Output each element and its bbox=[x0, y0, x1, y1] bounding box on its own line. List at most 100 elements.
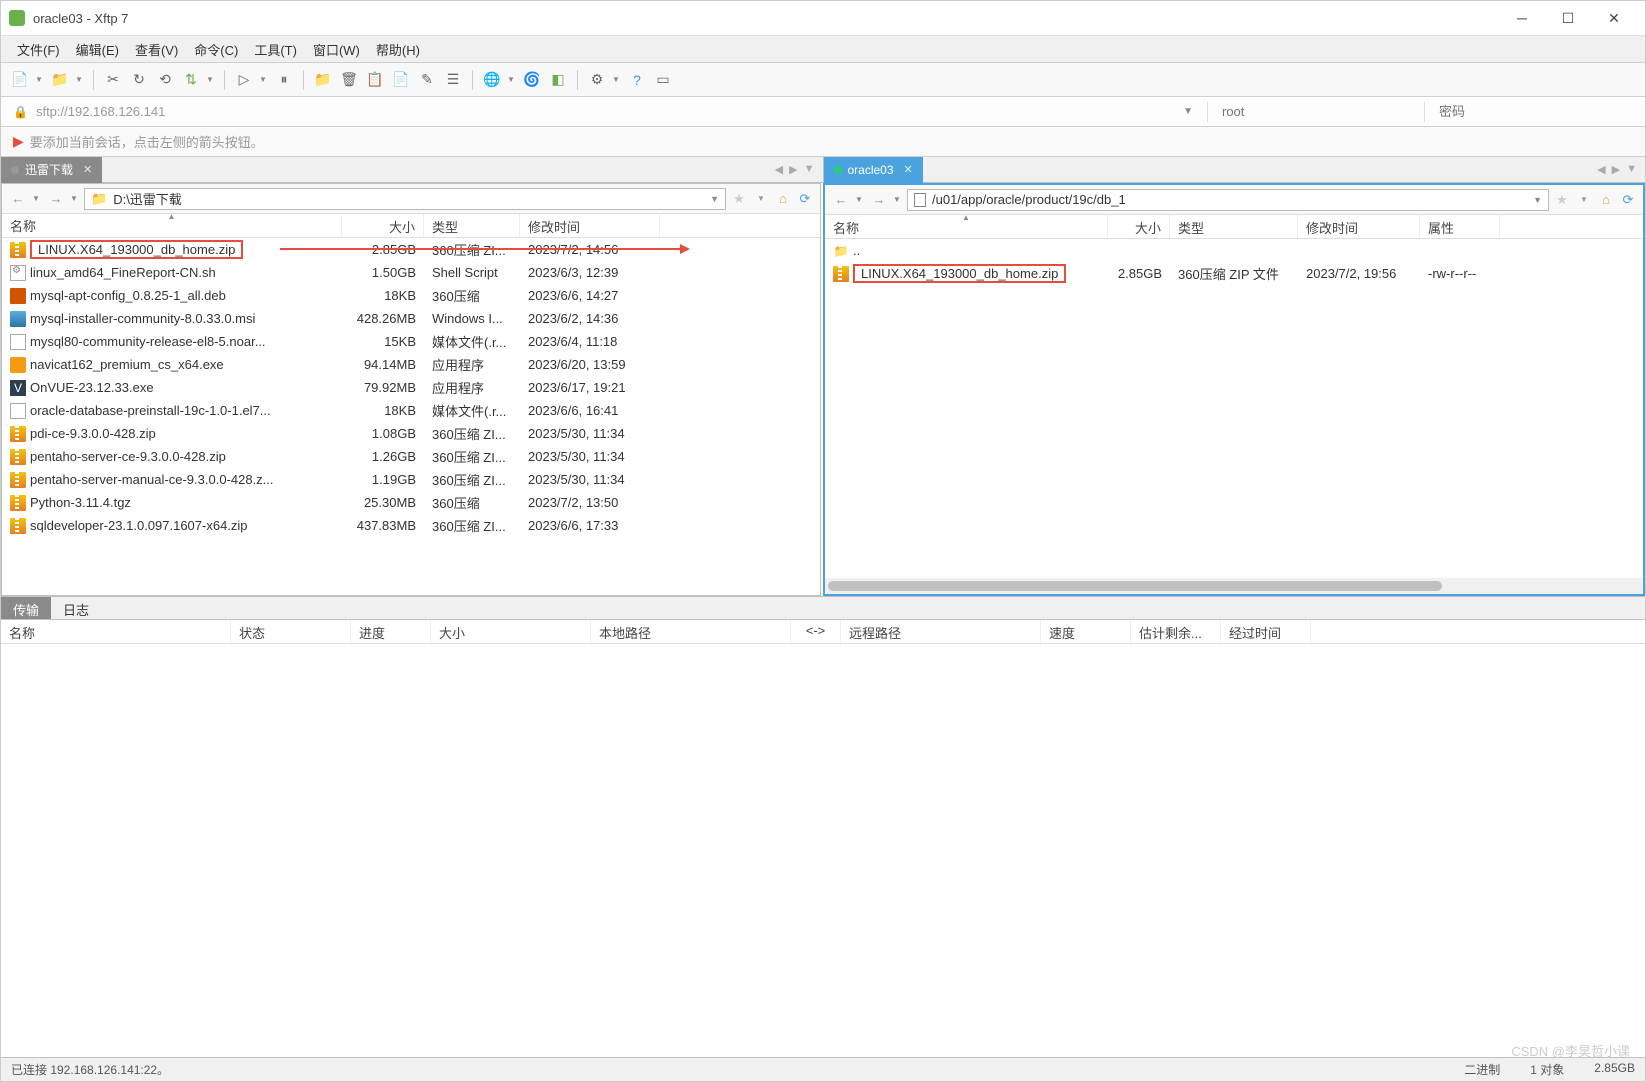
open-session-dropdown[interactable]: ▼ bbox=[75, 75, 85, 84]
th-remain[interactable]: 估计剩余... bbox=[1131, 620, 1221, 643]
properties-icon[interactable]: ☰ bbox=[442, 69, 464, 91]
header-size[interactable]: 大小 bbox=[1108, 215, 1170, 238]
file-row[interactable]: linux_amd64_FineReport-CN.sh1.50GBShell … bbox=[2, 261, 820, 284]
menu-window[interactable]: 窗口(W) bbox=[305, 36, 368, 63]
disconnect-icon[interactable]: ✂ bbox=[102, 69, 124, 91]
password-input[interactable] bbox=[1433, 104, 1633, 119]
maximize-button[interactable] bbox=[1545, 3, 1591, 33]
pause-icon[interactable]: ⏸ bbox=[273, 69, 295, 91]
menu-file[interactable]: 文件(F) bbox=[9, 36, 68, 63]
tab-prev-icon[interactable]: ◀ bbox=[1595, 163, 1607, 176]
path-dropdown-icon[interactable]: ▼ bbox=[710, 194, 719, 204]
tab-next-icon[interactable]: ▶ bbox=[787, 163, 799, 176]
transfer-dropdown[interactable]: ▼ bbox=[206, 75, 216, 84]
swirl-icon[interactable]: 🌀 bbox=[521, 69, 543, 91]
home-icon[interactable]: ⌂ bbox=[1597, 191, 1615, 209]
th-local[interactable]: 本地路径 bbox=[591, 620, 791, 643]
file-row[interactable]: pdi-ce-9.3.0.0-428.zip1.08GB360压缩 ZI...2… bbox=[2, 422, 820, 445]
nav-forward-icon[interactable]: → bbox=[869, 190, 889, 210]
remote-file-list[interactable]: 📁.. LINUX.X64_193000_db_home.zip2.85GB36… bbox=[825, 239, 1643, 578]
tab-close-icon[interactable]: ✕ bbox=[904, 163, 913, 176]
horizontal-scrollbar[interactable] bbox=[825, 578, 1643, 594]
tab-prev-icon[interactable]: ◀ bbox=[773, 163, 785, 176]
close-button[interactable] bbox=[1591, 3, 1637, 33]
menu-edit[interactable]: 编辑(E) bbox=[68, 36, 127, 63]
delete-icon[interactable]: 🗑 bbox=[338, 69, 360, 91]
menu-command[interactable]: 命令(C) bbox=[186, 36, 246, 63]
tab-local[interactable]: 迅雷下载 ✕ bbox=[1, 157, 102, 183]
transfer-list[interactable] bbox=[1, 644, 1645, 1057]
header-type[interactable]: 类型 bbox=[1170, 215, 1298, 238]
new-session-dropdown[interactable]: ▼ bbox=[35, 75, 45, 84]
th-remote[interactable]: 远程路径 bbox=[841, 620, 1041, 643]
menu-help[interactable]: 帮助(H) bbox=[368, 36, 428, 63]
xshell-icon[interactable]: ◧ bbox=[547, 69, 569, 91]
file-row[interactable]: VOnVUE-23.12.33.exe79.92MB应用程序2023/6/17,… bbox=[2, 376, 820, 399]
local-path-box[interactable]: 📁 D:\迅雷下载 ▼ bbox=[84, 188, 726, 210]
remote-path-box[interactable]: /u01/app/oracle/product/19c/db_1 ▼ bbox=[907, 189, 1549, 211]
address-input[interactable] bbox=[36, 104, 1169, 119]
refresh-icon[interactable]: ⟳ bbox=[1619, 191, 1637, 209]
nav-forward-dropdown[interactable]: ▼ bbox=[70, 194, 80, 203]
tab-menu-icon[interactable]: ▼ bbox=[1624, 163, 1639, 176]
file-row[interactable]: mysql-installer-community-8.0.33.0.msi42… bbox=[2, 307, 820, 330]
th-name[interactable]: 名称 bbox=[1, 620, 231, 643]
terminal-icon[interactable]: ▭ bbox=[652, 69, 674, 91]
header-name[interactable]: 名称▲ bbox=[825, 215, 1108, 238]
bookmark-dropdown[interactable]: ▼ bbox=[752, 190, 770, 208]
file-row[interactable]: pentaho-server-ce-9.3.0.0-428.zip1.26GB3… bbox=[2, 445, 820, 468]
th-elapsed[interactable]: 经过时间 bbox=[1221, 620, 1311, 643]
tab-close-icon[interactable]: ✕ bbox=[83, 163, 92, 176]
file-row[interactable]: navicat162_premium_cs_x64.exe94.14MB应用程序… bbox=[2, 353, 820, 376]
file-row[interactable]: Python-3.11.4.tgz25.30MB360压缩2023/7/2, 1… bbox=[2, 491, 820, 514]
globe-icon[interactable]: 🌐 bbox=[481, 69, 503, 91]
th-progress[interactable]: 进度 bbox=[351, 620, 431, 643]
file-row[interactable]: pentaho-server-manual-ce-9.3.0.0-428.z..… bbox=[2, 468, 820, 491]
path-dropdown-icon[interactable]: ▼ bbox=[1533, 195, 1542, 205]
header-type[interactable]: 类型 bbox=[424, 214, 520, 237]
new-folder-icon[interactable]: 📁 bbox=[312, 69, 334, 91]
address-dropdown[interactable]: ▼ bbox=[1177, 106, 1199, 117]
nav-back-icon[interactable]: ← bbox=[8, 189, 28, 209]
tab-transfer[interactable]: 传输 bbox=[1, 597, 51, 619]
menu-view[interactable]: 查看(V) bbox=[127, 36, 186, 63]
header-attr[interactable]: 属性 bbox=[1420, 215, 1500, 238]
bookmark-icon[interactable]: ★ bbox=[730, 190, 748, 208]
nav-forward-dropdown[interactable]: ▼ bbox=[893, 195, 903, 204]
new-session-icon[interactable] bbox=[9, 69, 31, 91]
edit-icon[interactable]: ✎ bbox=[416, 69, 438, 91]
home-icon[interactable]: ⌂ bbox=[774, 190, 792, 208]
tab-remote[interactable]: oracle03 ✕ bbox=[824, 157, 923, 183]
nav-forward-icon[interactable]: → bbox=[46, 189, 66, 209]
copy-icon[interactable]: 📋 bbox=[364, 69, 386, 91]
play-icon[interactable]: ▷ bbox=[233, 69, 255, 91]
transfer-icon[interactable]: ⇅ bbox=[180, 69, 202, 91]
file-row[interactable]: LINUX.X64_193000_db_home.zip2.85GB360压缩 … bbox=[825, 262, 1643, 285]
globe-dropdown[interactable]: ▼ bbox=[507, 75, 517, 84]
minimize-button[interactable] bbox=[1499, 3, 1545, 33]
bookmark-dropdown[interactable]: ▼ bbox=[1575, 191, 1593, 209]
th-status[interactable]: 状态 bbox=[231, 620, 351, 643]
th-size[interactable]: 大小 bbox=[431, 620, 591, 643]
tab-log[interactable]: 日志 bbox=[51, 597, 101, 619]
settings-dropdown[interactable]: ▼ bbox=[612, 75, 622, 84]
bookmark-icon[interactable]: ★ bbox=[1553, 191, 1571, 209]
play-dropdown[interactable]: ▼ bbox=[259, 75, 269, 84]
header-date[interactable]: 修改时间 bbox=[1298, 215, 1420, 238]
local-file-list[interactable]: LINUX.X64_193000_db_home.zip2.85GB360压缩 … bbox=[2, 238, 820, 595]
refresh-icon[interactable]: ⟳ bbox=[796, 190, 814, 208]
parent-dir-row[interactable]: 📁.. bbox=[825, 239, 1643, 262]
username-input[interactable] bbox=[1216, 104, 1416, 119]
open-session-icon[interactable] bbox=[49, 69, 71, 91]
header-size[interactable]: 大小 bbox=[342, 214, 424, 237]
th-speed[interactable]: 速度 bbox=[1041, 620, 1131, 643]
header-name[interactable]: 名称▲ bbox=[2, 214, 342, 237]
menu-tools[interactable]: 工具(T) bbox=[246, 36, 305, 63]
file-row[interactable]: mysql-apt-config_0.8.25-1_all.deb18KB360… bbox=[2, 284, 820, 307]
header-date[interactable]: 修改时间 bbox=[520, 214, 660, 237]
help-icon[interactable]: ? bbox=[626, 69, 648, 91]
nav-back-dropdown[interactable]: ▼ bbox=[32, 194, 42, 203]
settings-icon[interactable]: ⚙ bbox=[586, 69, 608, 91]
tab-menu-icon[interactable]: ▼ bbox=[802, 163, 817, 176]
file-row[interactable]: sqldeveloper-23.1.0.097.1607-x64.zip437.… bbox=[2, 514, 820, 537]
